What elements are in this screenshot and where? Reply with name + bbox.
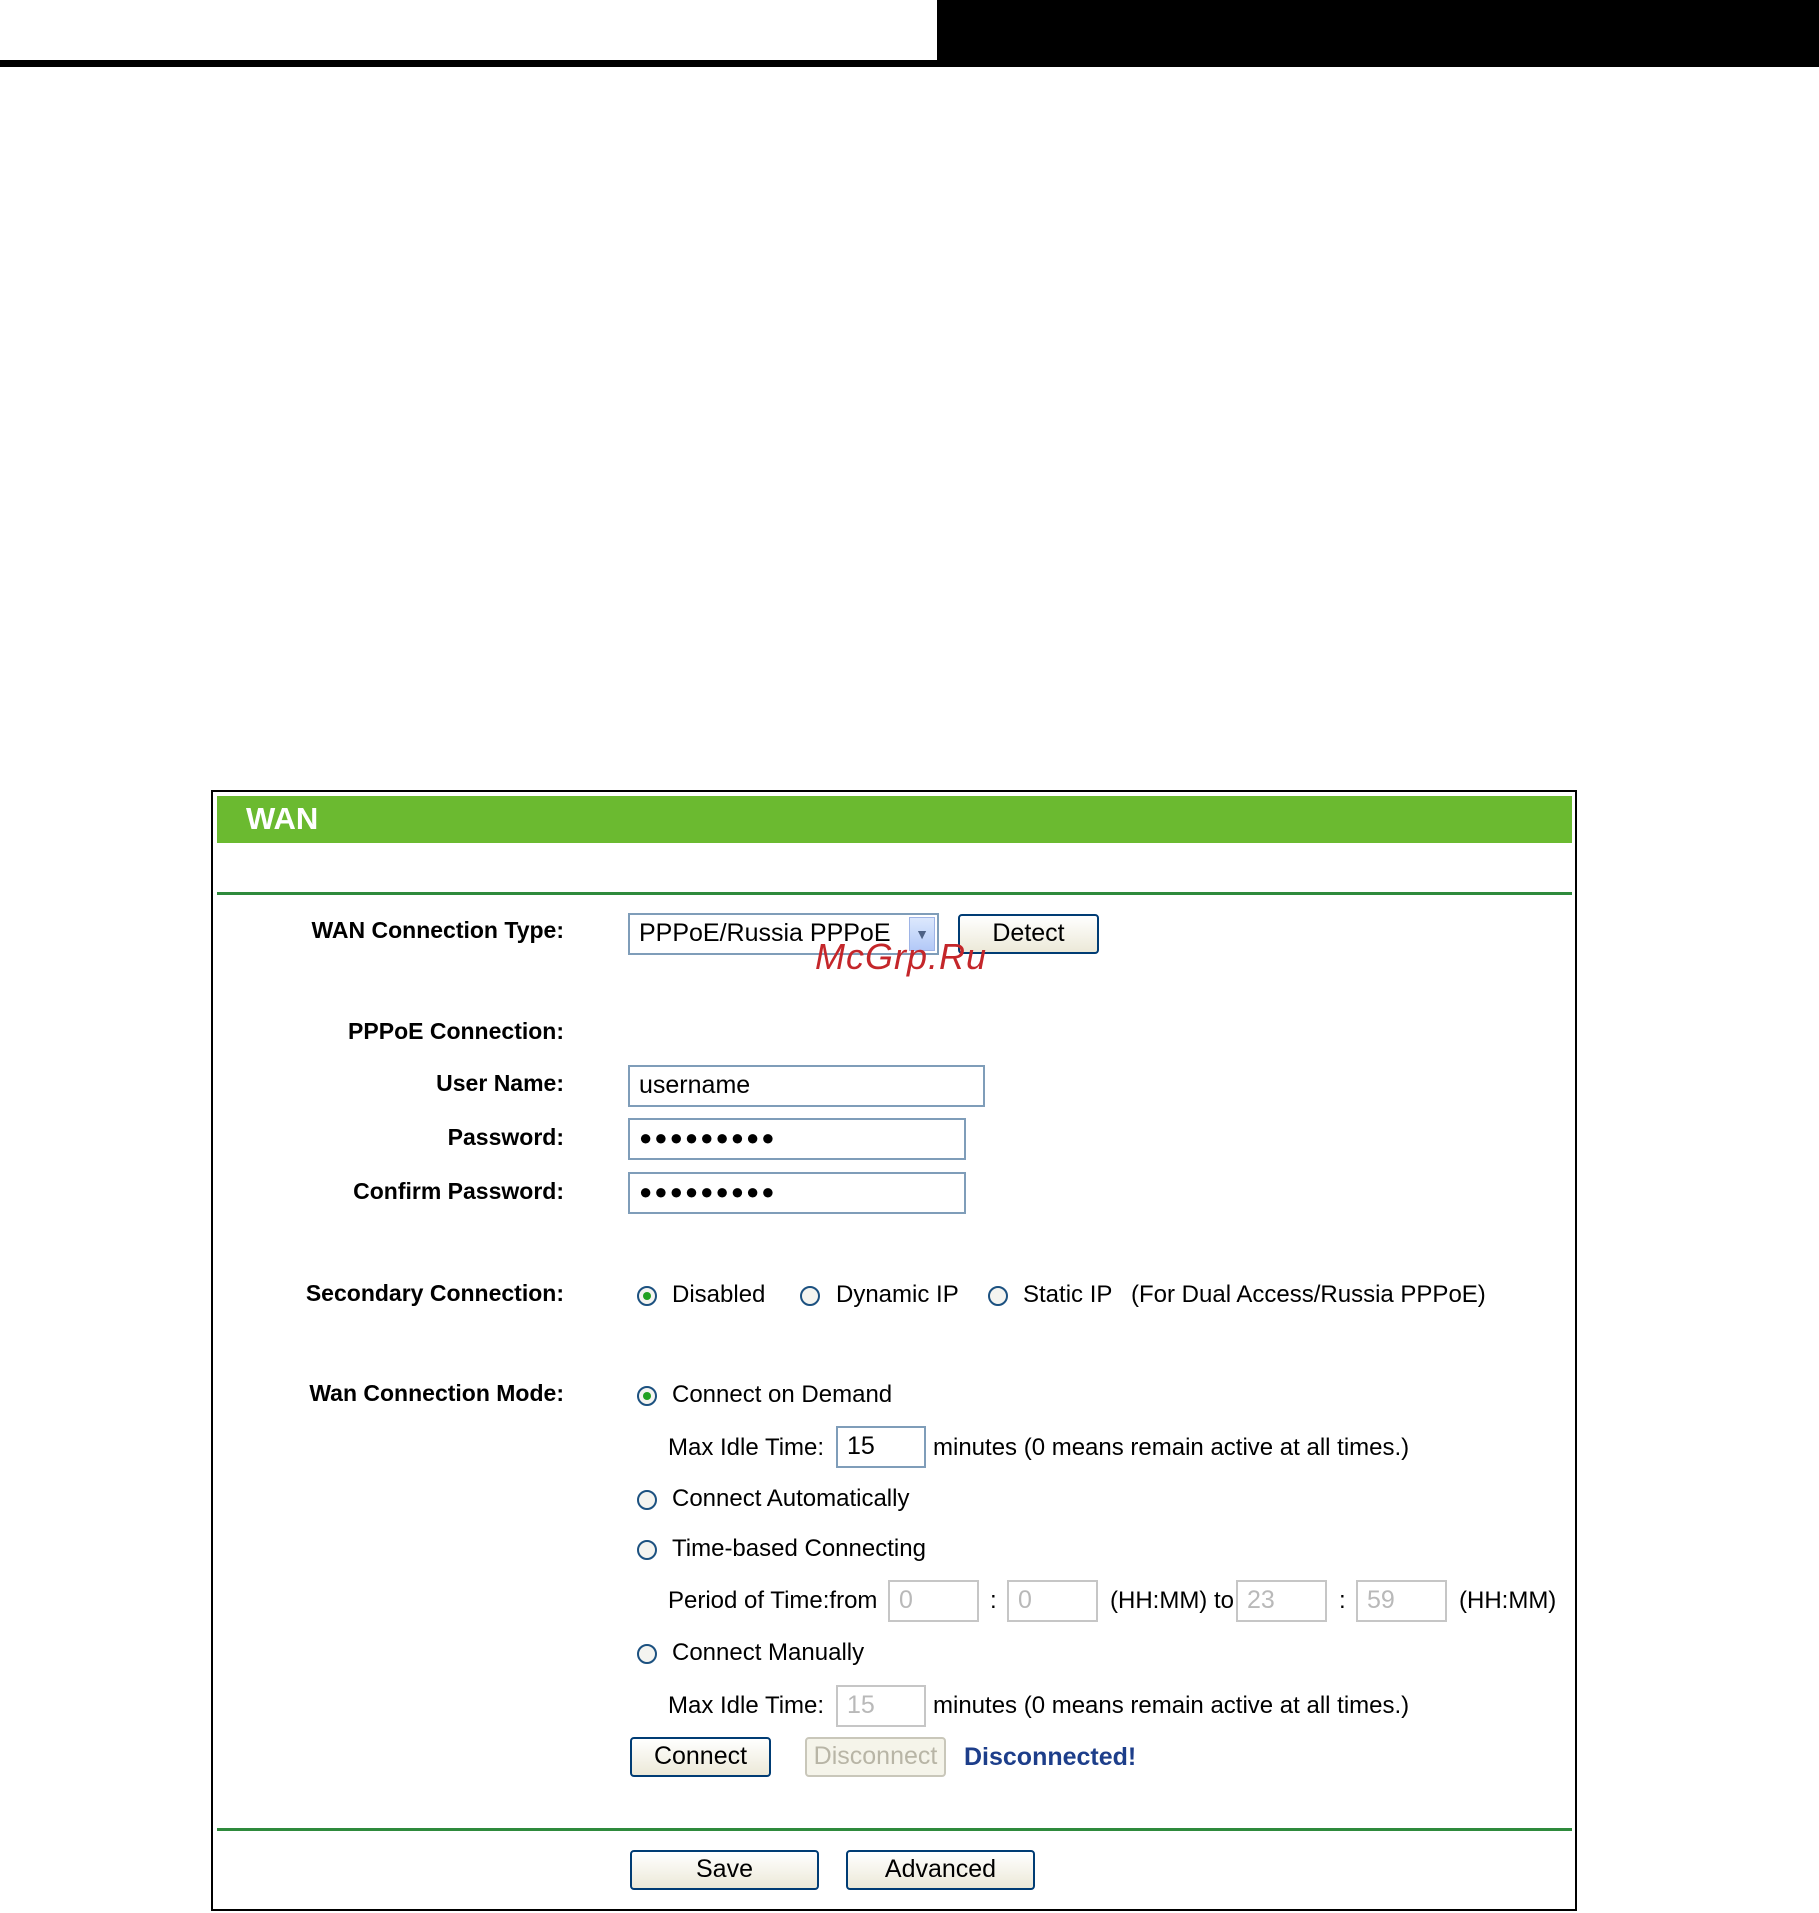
connection-status: Disconnected! xyxy=(964,1743,1137,1771)
secondary-connection-label: Secondary Connection: xyxy=(305,1280,564,1306)
on-demand-idle-input[interactable]: 15 xyxy=(836,1426,926,1468)
radio-connect-automatically[interactable] xyxy=(637,1490,657,1510)
time-based-connecting-label: Time-based Connecting xyxy=(672,1535,926,1562)
password-label: Password: xyxy=(447,1124,564,1150)
connect-button[interactable]: Connect xyxy=(630,1737,771,1777)
to-label: (HH:MM) to xyxy=(1110,1587,1234,1614)
period-end-label: (HH:MM) xyxy=(1459,1587,1557,1614)
secondary-connection-note: (For Dual Access/Russia PPPoE) xyxy=(1131,1281,1486,1308)
radio-selected-dot xyxy=(643,1392,651,1400)
radio-time-based-connecting[interactable] xyxy=(637,1540,657,1560)
from-hour-input[interactable]: 0 xyxy=(888,1580,979,1622)
panel-title-bar xyxy=(217,796,1572,843)
from-time-separator: : xyxy=(990,1587,997,1614)
radio-connect-on-demand[interactable] xyxy=(637,1386,657,1406)
advanced-button[interactable]: Advanced xyxy=(846,1850,1035,1890)
to-minute-input[interactable]: 59 xyxy=(1356,1580,1447,1622)
secondary-option-disabled: Disabled xyxy=(672,1281,766,1308)
radio-selected-dot xyxy=(643,1292,651,1300)
connect-manually-label: Connect Manually xyxy=(672,1639,865,1666)
to-hour-input[interactable]: 23 xyxy=(1236,1580,1327,1622)
disconnect-button[interactable]: Disconnect xyxy=(805,1737,946,1777)
from-minute-input[interactable]: 0 xyxy=(1007,1580,1098,1622)
connection-mode-label: Wan Connection Mode: xyxy=(309,1380,564,1406)
connect-automatically-label: Connect Automatically xyxy=(672,1485,910,1512)
save-button[interactable]: Save xyxy=(630,1850,819,1890)
header-block xyxy=(937,0,1819,67)
user-name-label: User Name: xyxy=(436,1070,564,1096)
radio-connect-manually[interactable] xyxy=(637,1644,657,1664)
radio-secondary-dynamic-ip[interactable] xyxy=(800,1286,820,1306)
manual-idle-note: minutes (0 means remain active at all ti… xyxy=(933,1692,1410,1719)
manual-idle-input[interactable]: 15 xyxy=(836,1685,926,1727)
secondary-option-static-ip: Static IP xyxy=(1023,1281,1113,1308)
watermark: McGrp.Ru xyxy=(815,936,988,977)
secondary-option-dynamic-ip: Dynamic IP xyxy=(836,1281,959,1308)
user-name-input[interactable]: username xyxy=(628,1065,985,1107)
radio-secondary-disabled[interactable] xyxy=(637,1286,657,1306)
confirm-password-input[interactable]: ●●●●●●●●● xyxy=(628,1172,966,1214)
page-title: WAN xyxy=(246,801,319,836)
to-time-separator: : xyxy=(1339,1587,1346,1614)
top-divider xyxy=(217,892,1572,895)
manual-idle-label: Max Idle Time: xyxy=(668,1692,825,1719)
password-input[interactable]: ●●●●●●●●● xyxy=(628,1118,966,1160)
header-rule xyxy=(0,60,937,67)
period-of-time-label: Period of Time:from xyxy=(668,1587,878,1614)
on-demand-idle-note: minutes (0 means remain active at all ti… xyxy=(933,1434,1410,1461)
radio-secondary-static-ip[interactable] xyxy=(988,1286,1008,1306)
confirm-password-label: Confirm Password: xyxy=(353,1178,564,1204)
wan-connection-type-label: WAN Connection Type: xyxy=(311,917,564,943)
bottom-divider xyxy=(217,1828,1572,1831)
pppoe-connection-label: PPPoE Connection: xyxy=(348,1018,564,1044)
on-demand-idle-label: Max Idle Time: xyxy=(668,1434,825,1461)
connect-on-demand-label: Connect on Demand xyxy=(672,1381,893,1408)
